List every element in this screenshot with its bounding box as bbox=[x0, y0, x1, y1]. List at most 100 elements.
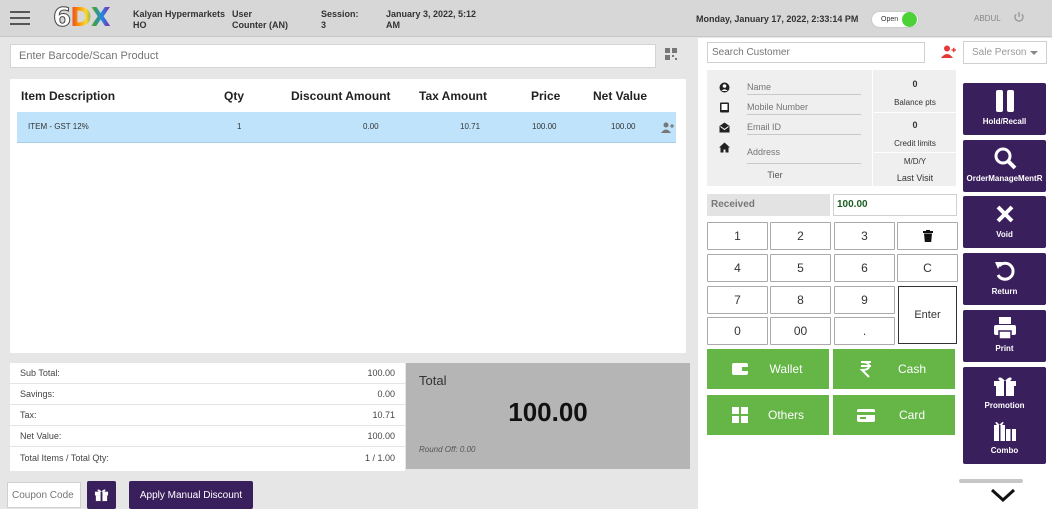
key-00[interactable]: 00 bbox=[770, 317, 831, 345]
power-icon[interactable] bbox=[1013, 11, 1025, 23]
sale-person-select[interactable]: Sale Person bbox=[963, 41, 1047, 64]
session-label: Session: bbox=[321, 9, 359, 19]
add-user-icon[interactable] bbox=[661, 122, 674, 133]
summary-panel: Sub Total: 100.00 Savings: 0.00 Tax: 10.71 … bbox=[10, 363, 405, 471]
email-icon bbox=[719, 122, 730, 133]
key-9[interactable]: 9 bbox=[834, 286, 895, 314]
username: ABDUL bbox=[974, 14, 1001, 23]
credit-label: Credit limits bbox=[894, 139, 936, 148]
apply-manual-discount-button[interactable]: Apply Manual Discount bbox=[129, 481, 253, 509]
total-panel: Total 100.00 Round Off: 0.00 bbox=[406, 363, 690, 469]
store-code: HO bbox=[133, 20, 147, 30]
net-value-row: Net Value: 100.00 bbox=[10, 426, 405, 447]
tax-row: Tax: 10.71 bbox=[10, 405, 405, 426]
return-button[interactable]: Return bbox=[963, 253, 1046, 305]
session-date-line2: AM bbox=[386, 20, 400, 30]
key-6[interactable]: 6 bbox=[834, 254, 895, 282]
table-row[interactable]: ITEM - GST 12% 1 0.00 10.71 100.00 100.0… bbox=[17, 112, 676, 143]
store-name: Kalyan Hypermarkets bbox=[133, 9, 226, 19]
email-field[interactable] bbox=[747, 116, 861, 135]
combo-button[interactable]: Combo bbox=[963, 412, 1046, 464]
wallet-button[interactable]: Wallet bbox=[707, 349, 829, 389]
chevron-down-icon bbox=[1030, 51, 1038, 55]
key-0[interactable]: 0 bbox=[707, 317, 768, 345]
cell-discount: 0.00 bbox=[363, 122, 379, 131]
items-qty-label: Total Items / Total Qty: bbox=[20, 453, 109, 463]
address-field[interactable] bbox=[747, 136, 861, 164]
credit-value: 0 bbox=[912, 120, 918, 130]
key-1[interactable]: 1 bbox=[707, 222, 768, 250]
close-icon bbox=[996, 205, 1014, 223]
savings-value: 0.00 bbox=[377, 389, 395, 399]
combo-label: Combo bbox=[990, 446, 1019, 455]
key-4[interactable]: 4 bbox=[707, 254, 768, 282]
current-datetime: Monday, January 17, 2022, 2:33:14 PM bbox=[696, 14, 859, 24]
print-label: Print bbox=[995, 344, 1014, 353]
scrollbar[interactable] bbox=[959, 479, 1023, 483]
store-info: Kalyan Hypermarkets HO bbox=[133, 9, 225, 31]
net-value-label: Net Value: bbox=[20, 431, 62, 441]
key-2[interactable]: 2 bbox=[770, 222, 831, 250]
left-panel: Item Description Qty Discount Amount Tax… bbox=[0, 38, 698, 509]
sub-total-value: 100.00 bbox=[367, 368, 395, 378]
toggle-knob bbox=[902, 12, 917, 27]
pause-icon bbox=[996, 90, 1014, 112]
sub-total-label: Sub Total: bbox=[20, 368, 60, 378]
tax-value: 10.71 bbox=[372, 410, 395, 420]
status-toggle[interactable]: Open bbox=[871, 11, 919, 28]
search-customer-input[interactable] bbox=[707, 42, 925, 63]
hold-recall-button[interactable]: Hold/Recall bbox=[963, 83, 1046, 135]
cell-description: ITEM - GST 12% bbox=[28, 122, 89, 131]
session-info: Session: 3 bbox=[321, 9, 359, 31]
cash-label: Cash bbox=[897, 362, 926, 376]
apply-coupon-button[interactable] bbox=[87, 481, 116, 509]
others-button[interactable]: Others bbox=[707, 395, 829, 435]
received-value[interactable]: 100.00 bbox=[833, 194, 957, 216]
key-5[interactable]: 5 bbox=[770, 254, 831, 282]
col-price: Price bbox=[531, 89, 561, 103]
name-field[interactable] bbox=[747, 76, 861, 95]
user-icon bbox=[719, 82, 730, 93]
print-button[interactable]: Print bbox=[963, 310, 1046, 362]
add-customer-icon[interactable] bbox=[941, 45, 956, 58]
key-dot[interactable]: . bbox=[834, 317, 895, 345]
col-qty: Qty bbox=[224, 89, 245, 103]
delete-key[interactable] bbox=[897, 222, 958, 250]
balance-label: Balance pts bbox=[894, 98, 936, 107]
hamburger-menu-icon[interactable] bbox=[10, 11, 30, 26]
cell-net: 100.00 bbox=[611, 122, 636, 131]
barcode-input[interactable] bbox=[10, 44, 656, 68]
key-8[interactable]: 8 bbox=[770, 286, 831, 314]
session-value: 3 bbox=[321, 20, 327, 30]
order-management-button[interactable]: OrderManageMentR bbox=[963, 140, 1046, 192]
gift-icon bbox=[994, 377, 1016, 396]
tier-label: Tier bbox=[767, 170, 783, 180]
chevron-down-icon[interactable] bbox=[990, 487, 1016, 503]
balance-value: 0 bbox=[912, 79, 918, 89]
void-label: Void bbox=[996, 230, 1013, 239]
status-toggle-label: Open bbox=[881, 16, 899, 23]
enter-key[interactable]: Enter bbox=[898, 286, 957, 344]
total-amount: 100.00 bbox=[508, 397, 588, 427]
cell-tax: 10.71 bbox=[460, 122, 481, 131]
col-net-value: Net Value bbox=[593, 89, 648, 103]
col-tax: Tax Amount bbox=[419, 89, 487, 103]
qr-code-icon[interactable] bbox=[665, 48, 677, 60]
gift-icon bbox=[94, 489, 109, 502]
wallet-label: Wallet bbox=[769, 362, 803, 376]
search-icon bbox=[994, 147, 1017, 170]
coupon-input[interactable] bbox=[7, 482, 81, 508]
card-button[interactable]: Card bbox=[833, 395, 955, 435]
key-7[interactable]: 7 bbox=[707, 286, 768, 314]
last-visit-label: Last Visit bbox=[896, 173, 934, 183]
user-value: Counter (AN) bbox=[232, 20, 288, 30]
key-3[interactable]: 3 bbox=[834, 222, 895, 250]
others-label: Others bbox=[767, 408, 804, 422]
mobile-field[interactable] bbox=[747, 96, 861, 115]
void-button[interactable]: Void bbox=[963, 196, 1046, 248]
cash-button[interactable]: Cash bbox=[833, 349, 955, 389]
items-table: Item Description Qty Discount Amount Tax… bbox=[10, 79, 686, 353]
clear-key[interactable]: C bbox=[897, 254, 958, 282]
cell-qty: 1 bbox=[237, 122, 242, 131]
tax-label: Tax: bbox=[20, 410, 37, 420]
